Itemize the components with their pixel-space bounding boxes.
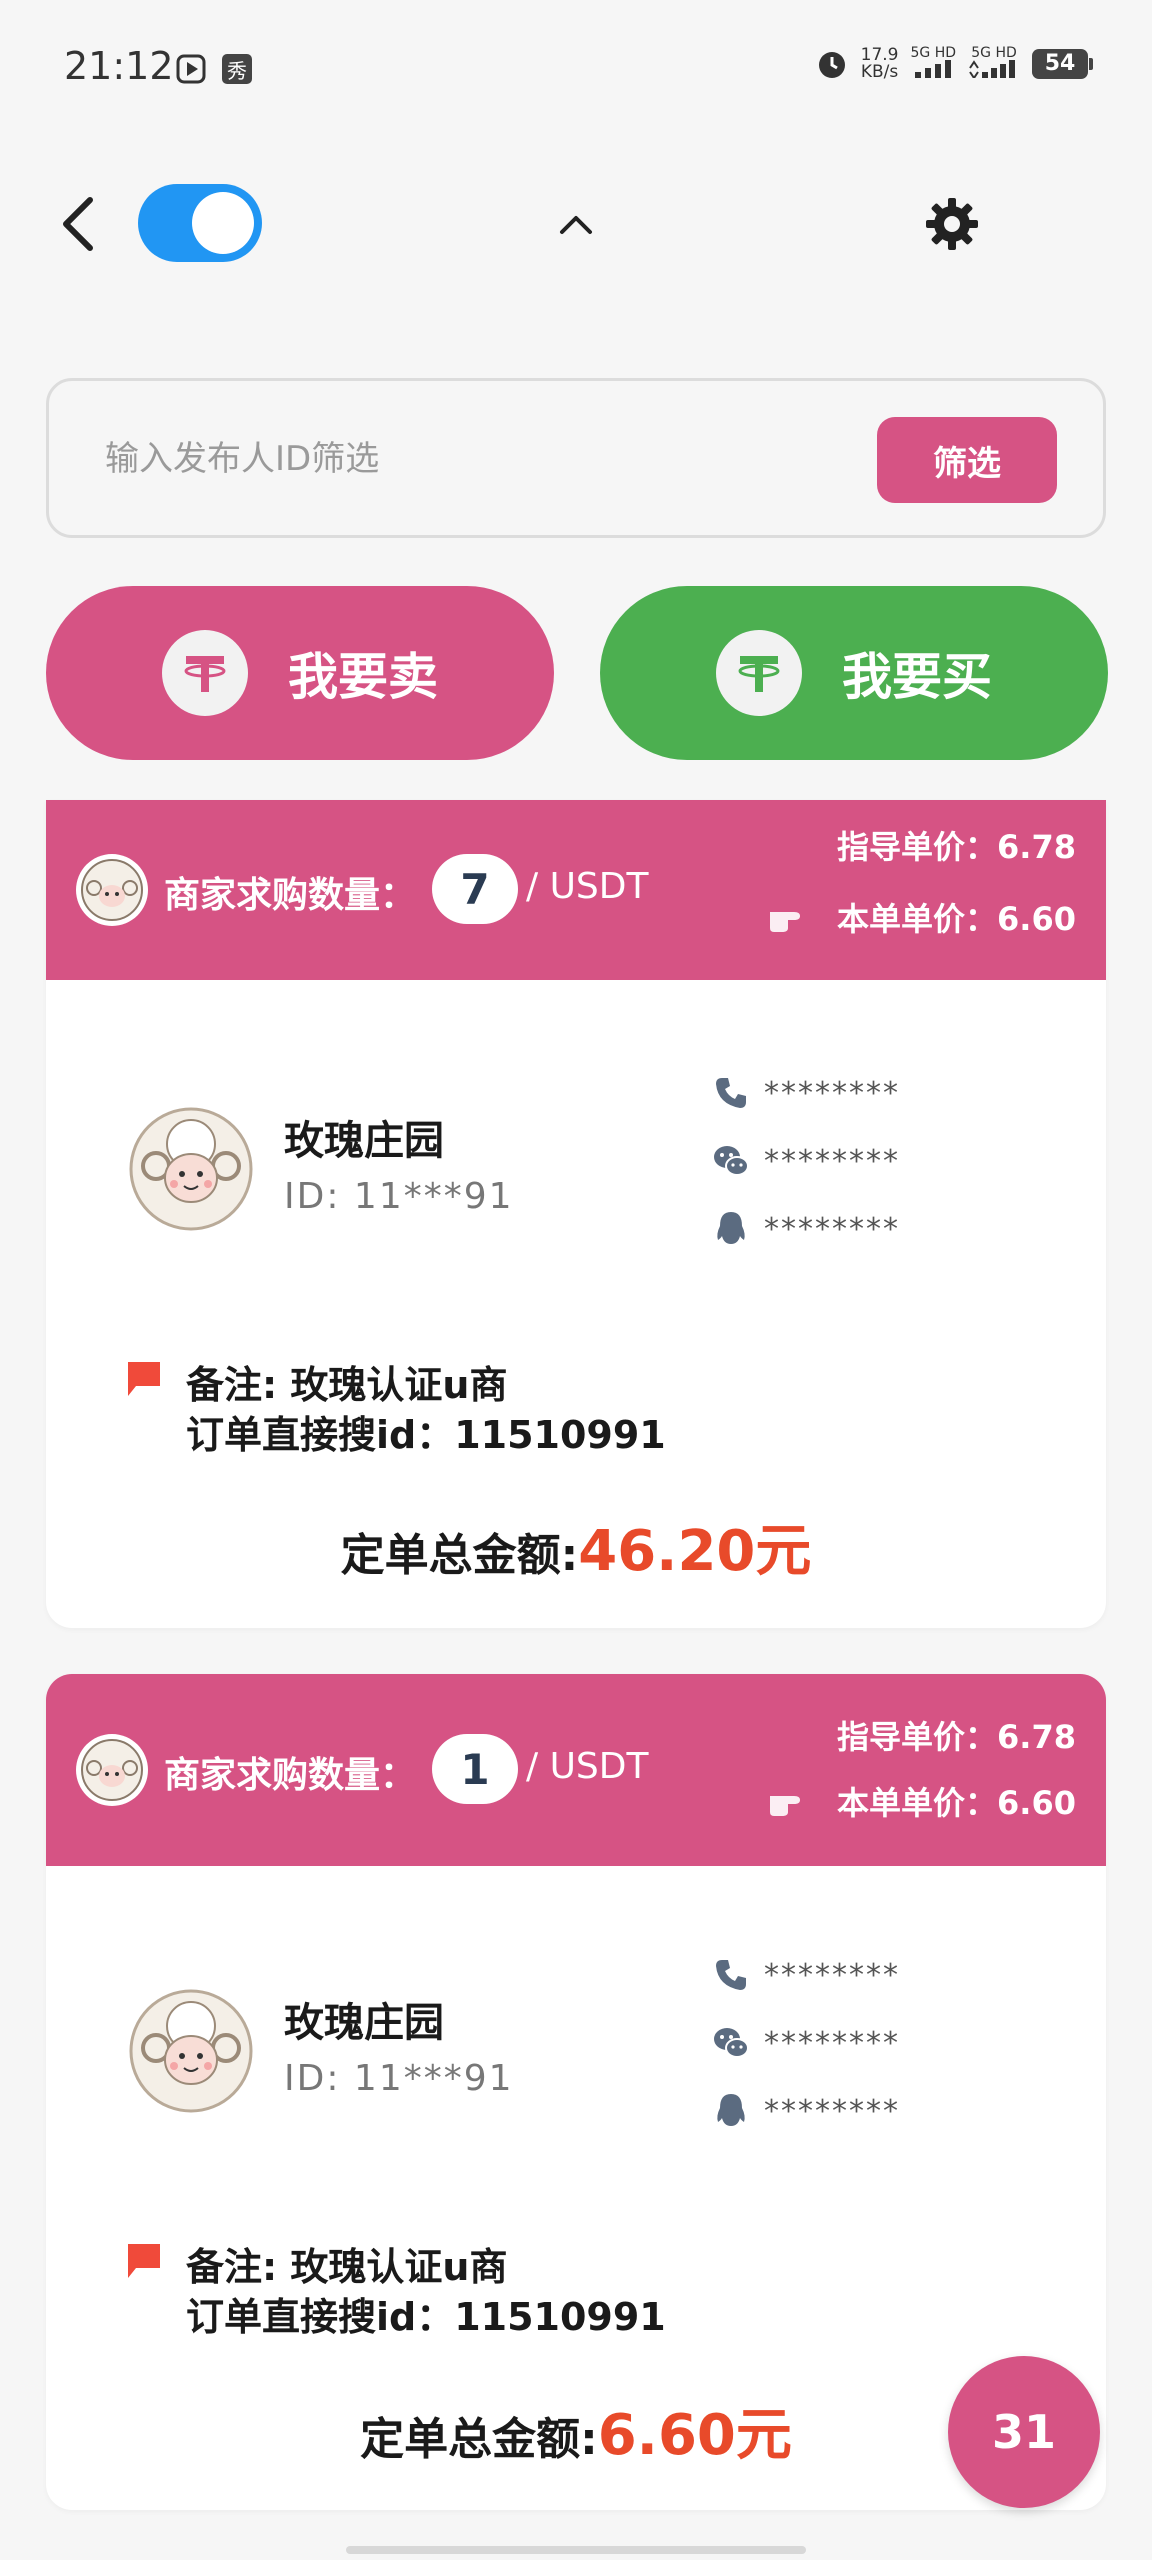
total-label: 定单总金额:	[340, 1530, 579, 1581]
buy-button[interactable]: 我要买	[600, 586, 1108, 760]
wechat-icon	[714, 1146, 749, 1176]
quantity-unit: / USDT	[526, 1746, 649, 1787]
order-price: 本单单价：6.60	[837, 1784, 1076, 1822]
flag-icon	[128, 2244, 160, 2278]
contact-wechat: ********	[712, 2024, 900, 2062]
phone-icon	[716, 1960, 746, 1990]
order-note: 备注: 玫瑰认证u商	[186, 1363, 508, 1407]
sell-label: 我要卖	[288, 648, 438, 706]
search-box: 筛选	[46, 378, 1106, 538]
mode-toggle[interactable]	[138, 184, 262, 262]
order-search-id: 订单直接搜id：11510991	[186, 2295, 666, 2339]
publisher-id-input[interactable]	[105, 421, 885, 497]
tether-icon	[716, 630, 802, 716]
status-time: 21:12	[64, 44, 174, 88]
pointing-hand-icon	[770, 1796, 800, 1816]
guide-price: 指导单价：6.78	[837, 828, 1076, 866]
signal-1: 5G HD	[910, 46, 956, 81]
pointing-hand-icon	[770, 912, 800, 932]
contact-wechat: ********	[712, 1142, 900, 1180]
qq-penguin-icon	[717, 2094, 745, 2126]
tether-icon	[162, 630, 248, 716]
signal-2: 5G HD	[968, 46, 1020, 81]
toggle-knob	[192, 192, 254, 254]
net-speed: 17.9 KB/s	[860, 44, 899, 82]
signal-bars-icon	[915, 60, 952, 78]
seller-avatar[interactable]	[128, 1988, 254, 2114]
floating-count-button[interactable]: 31	[948, 2356, 1100, 2508]
order-price: 本单单价：6.60	[837, 900, 1076, 938]
contact-qq: ********	[712, 2092, 900, 2130]
total-amount: 6.60元	[597, 2403, 792, 2468]
filter-button[interactable]: 筛选	[877, 417, 1057, 503]
seller-avatar[interactable]	[128, 1106, 254, 1232]
sheep-avatar-icon	[76, 1734, 148, 1806]
total-amount: 46.20元	[578, 1519, 812, 1584]
seller-name: 玫瑰庄园	[284, 1118, 444, 1164]
contact-phone: ********	[712, 1956, 900, 1994]
page: 21:12 秀 17.9 KB/s 5G HD 5G HD 54 输入发布人ID…	[0, 0, 1152, 2560]
play-icon	[176, 54, 206, 84]
order-card-header: 商家求购数量： 1 / USDT 指导单价：6.78 本单单价：6.60	[46, 1674, 1106, 1866]
battery-indicator: 54	[1032, 48, 1093, 79]
qq-penguin-icon	[717, 1212, 745, 1244]
quantity-unit: / USDT	[526, 866, 649, 907]
order-card[interactable]: 商家求购数量： 7 / USDT 指导单价：6.78 本单单价：6.60 玫瑰庄…	[46, 800, 1106, 1628]
sell-button[interactable]: 我要卖	[46, 586, 554, 760]
order-total: 定单总金额:6.60元	[46, 2390, 1106, 2471]
seller-id: ID: 11***91	[284, 1176, 514, 1217]
quantity-pill: 7	[432, 854, 518, 924]
order-total: 定单总金额:46.20元	[46, 1506, 1106, 1587]
total-label: 定单总金额:	[360, 2414, 598, 2465]
order-card-header: 商家求购数量： 7 / USDT 指导单价：6.78 本单单价：6.60	[46, 800, 1106, 980]
home-indicator	[346, 2546, 806, 2554]
guide-price: 指导单价：6.78	[837, 1718, 1076, 1756]
wechat-icon	[714, 2028, 749, 2058]
alarm-icon	[818, 51, 845, 78]
sheep-avatar-icon	[76, 854, 148, 926]
seller-name: 玫瑰庄园	[284, 2000, 444, 2046]
status-indicators: 17.9 KB/s 5G HD 5G HD 54	[815, 44, 1093, 82]
purchase-quantity-label: 商家求购数量：	[164, 1755, 417, 1796]
contact-phone: ********	[712, 1074, 900, 1112]
contact-qq: ********	[712, 1210, 900, 1248]
flag-icon	[128, 1362, 160, 1396]
app-badge-icon: 秀	[222, 54, 252, 84]
collapse-caret-icon[interactable]	[556, 206, 596, 242]
order-search-id: 订单直接搜id：11510991	[186, 1413, 666, 1457]
buy-label: 我要买	[842, 648, 992, 706]
quantity-pill: 1	[432, 1734, 518, 1804]
back-button[interactable]	[56, 192, 100, 256]
status-bar: 21:12 秀 17.9 KB/s 5G HD 5G HD 54	[0, 0, 1152, 140]
purchase-quantity-label: 商家求购数量：	[164, 875, 417, 916]
order-card[interactable]: 商家求购数量： 1 / USDT 指导单价：6.78 本单单价：6.60 玫瑰庄…	[46, 1674, 1106, 2510]
phone-icon	[716, 1078, 746, 1108]
settings-gear-icon[interactable]	[924, 196, 980, 252]
seller-id: ID: 11***91	[284, 2058, 514, 2099]
signal-bars-icon	[969, 60, 1015, 80]
order-note: 备注: 玫瑰认证u商	[186, 2245, 508, 2289]
